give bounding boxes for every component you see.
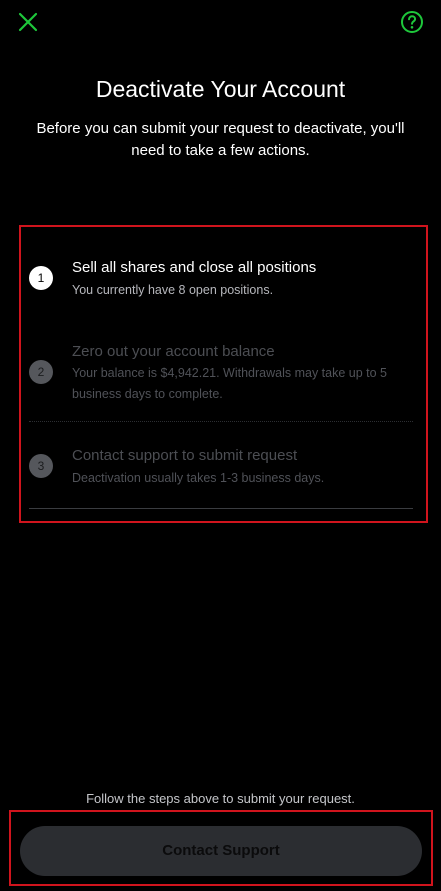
step-description: Your balance is $4,942.21. Withdrawals m…: [72, 366, 388, 401]
step-number-badge: 1: [29, 266, 53, 290]
close-icon[interactable]: [16, 10, 40, 34]
page-subtitle: Before you can submit your request to de…: [36, 120, 405, 159]
step-number-badge: 2: [29, 360, 53, 384]
step-title: Sell all shares and close all positions: [72, 259, 317, 276]
follow-steps-instruction: Follow the steps above to submit your re…: [86, 791, 355, 806]
contact-support-area: Contact Support: [9, 810, 433, 886]
help-circle-icon[interactable]: [400, 10, 424, 34]
step-description: Deactivation usually takes 1-3 business …: [72, 471, 325, 485]
step-divider: [29, 508, 413, 509]
contact-support-button[interactable]: Contact Support: [20, 826, 422, 876]
step-number-badge: 3: [29, 454, 53, 478]
step-title: Zero out your account balance: [72, 343, 275, 360]
step-title: Contact support to submit request: [72, 447, 298, 464]
step-description: You currently have 8 open positions.: [72, 283, 274, 297]
step-divider: [29, 421, 413, 422]
page-title: Deactivate Your Account: [95, 76, 346, 102]
steps-list: 1 Sell all shares and close all position…: [19, 225, 428, 523]
